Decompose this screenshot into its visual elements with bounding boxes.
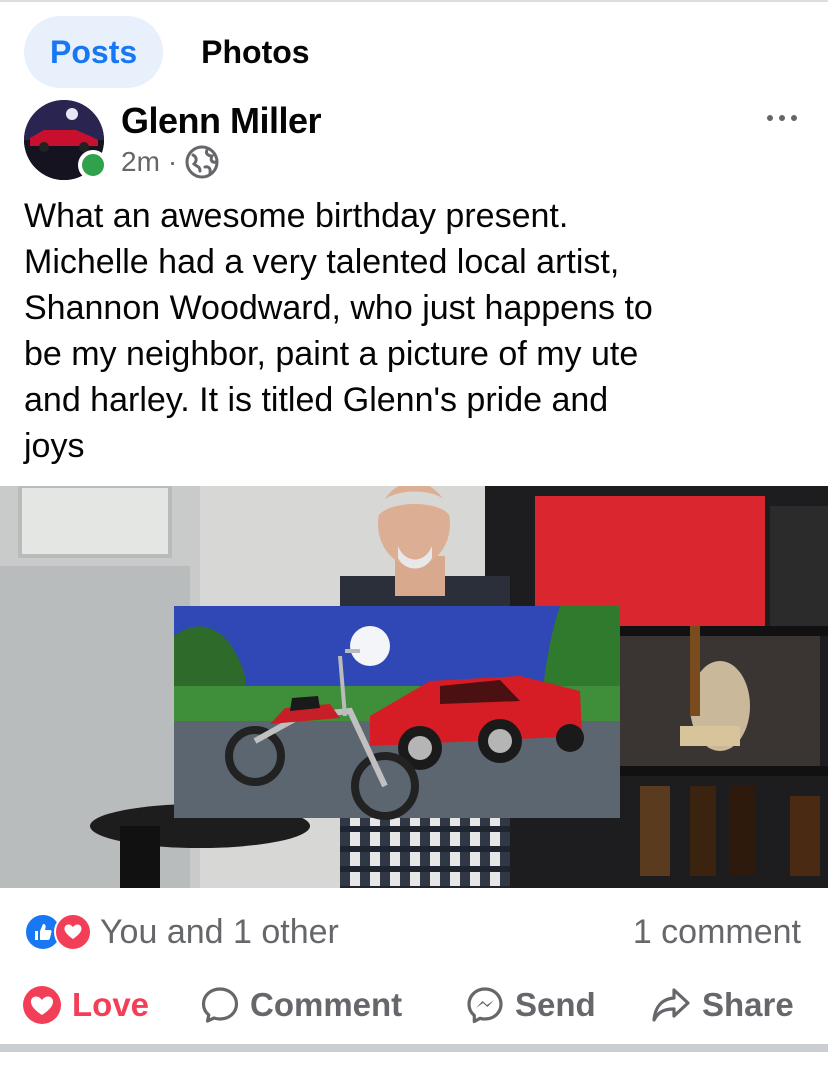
author-name[interactable]: Glenn Miller [121,100,322,142]
share-button-label: Share [702,986,794,1023]
comment-count[interactable]: 1 comment [633,910,801,954]
post-actions-bar: Love Comment Send Share [0,978,828,1032]
top-divider [0,0,828,2]
love-icon [54,913,92,951]
post-photo[interactable] [0,486,828,888]
love-icon [23,986,61,1024]
post-time[interactable]: 2m [121,146,160,178]
share-icon [652,988,690,1022]
reactions-summary[interactable]: You and 1 other [24,910,339,954]
comment-icon [201,987,239,1023]
meta-separator: · [167,146,178,177]
globe-icon [185,145,219,179]
reactions-summary-text: You and 1 other [100,912,339,951]
more-dot-icon [767,115,773,121]
love-button-label: Love [72,986,150,1023]
post-text: What an awesome birthday present. Michel… [24,197,653,465]
send-button-label: Send [515,986,596,1023]
online-status-dot [78,150,108,180]
feed-separator [0,1044,828,1052]
share-button[interactable]: Share [650,978,794,1032]
more-dot-icon [779,115,785,121]
comment-button[interactable]: Comment [200,978,402,1032]
messenger-icon [467,987,503,1024]
love-button[interactable]: Love [22,978,149,1032]
send-button[interactable]: Send [465,978,596,1032]
more-dot-icon [791,115,797,121]
tab-posts[interactable]: Posts [24,16,164,88]
tab-photos[interactable]: Photos [179,16,335,88]
profile-tabs: Posts Photos [24,16,336,88]
post-meta: 2m · [121,145,219,179]
comment-button-label: Comment [250,986,403,1023]
more-options-button[interactable] [760,100,804,136]
